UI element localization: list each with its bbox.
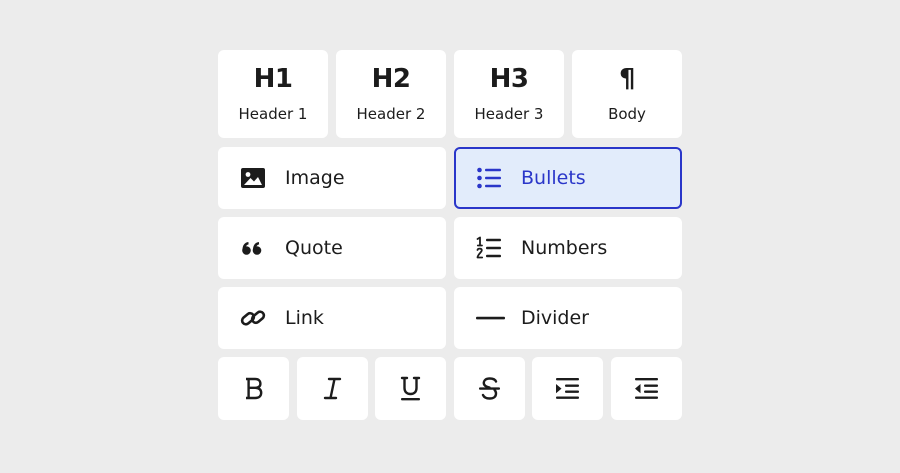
- header-1-label: Header 1: [238, 105, 308, 123]
- outdent-button[interactable]: [611, 357, 682, 420]
- numbers-label: Numbers: [521, 237, 608, 259]
- divider-block-button[interactable]: Divider: [454, 287, 682, 349]
- bold-icon: [240, 375, 267, 402]
- bullet-list-icon: [476, 166, 502, 190]
- italic-button[interactable]: [297, 357, 368, 420]
- quote-icon: [240, 236, 266, 260]
- h3-icon: H3: [489, 64, 529, 94]
- pilcrow-icon: ¶: [618, 64, 636, 94]
- body-button[interactable]: ¶ Body: [572, 50, 682, 138]
- outdent-icon: [633, 375, 660, 402]
- strikethrough-button[interactable]: [454, 357, 525, 420]
- header-1-button[interactable]: H1 Header 1: [218, 50, 328, 138]
- bullets-label: Bullets: [521, 167, 586, 189]
- italic-icon: [319, 375, 346, 402]
- quote-label: Quote: [285, 237, 343, 259]
- quote-block-button[interactable]: Quote: [218, 217, 446, 279]
- link-block-button[interactable]: Link: [218, 287, 446, 349]
- header-3-label: Header 3: [474, 105, 544, 123]
- bold-button[interactable]: [218, 357, 289, 420]
- body-label: Body: [608, 105, 646, 123]
- h1-icon: H1: [253, 64, 293, 94]
- strikethrough-icon: [476, 375, 503, 402]
- divider-icon: [476, 306, 505, 330]
- image-label: Image: [285, 167, 345, 189]
- header-3-button[interactable]: H3 Header 3: [454, 50, 564, 138]
- indent-icon: [554, 375, 581, 402]
- numbered-list-icon: [476, 236, 502, 260]
- image-icon: [240, 166, 266, 190]
- image-block-button[interactable]: Image: [218, 147, 446, 209]
- header-2-button[interactable]: H2 Header 2: [336, 50, 446, 138]
- underline-button[interactable]: [375, 357, 446, 420]
- underline-icon: [397, 375, 424, 402]
- divider-label: Divider: [521, 307, 589, 329]
- link-label: Link: [285, 307, 324, 329]
- bullets-block-button[interactable]: Bullets: [454, 147, 682, 209]
- link-icon: [240, 306, 266, 330]
- numbers-block-button[interactable]: Numbers: [454, 217, 682, 279]
- h2-icon: H2: [371, 64, 411, 94]
- indent-button[interactable]: [532, 357, 603, 420]
- header-2-label: Header 2: [356, 105, 426, 123]
